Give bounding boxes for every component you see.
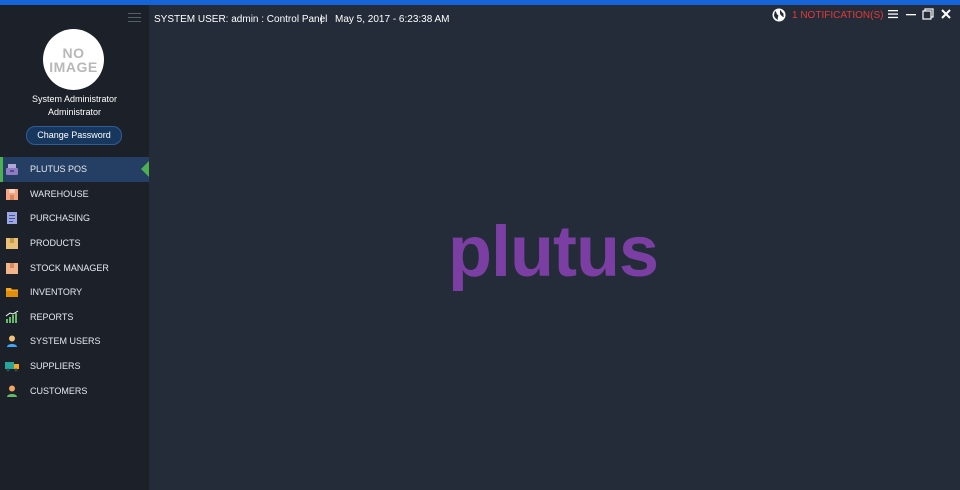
plutus-logo: plutus — [448, 224, 659, 292]
user-icon — [7, 335, 17, 348]
notifications-link[interactable]: 1 NOTIFICATION(S) — [792, 10, 883, 21]
sidebar: NO IMAGE System Administrator Administra… — [0, 5, 149, 490]
restore-icon[interactable] — [922, 8, 934, 20]
sidebar-item-purchasing[interactable]: PURCHASING — [0, 206, 149, 231]
bar-chart-icon — [5, 310, 19, 323]
header-separator: | — [320, 14, 323, 25]
sidebar-item-label: INVENTORY — [30, 287, 83, 298]
folder-icon — [6, 288, 18, 298]
truck-icon — [5, 362, 19, 372]
close-icon[interactable] — [940, 8, 952, 20]
sidebar-item-customers[interactable]: CUSTOMERS — [0, 378, 149, 403]
app-window: NO IMAGE System Administrator Administra… — [0, 0, 960, 490]
sidebar-item-suppliers[interactable]: SUPPLIERS — [0, 354, 149, 379]
stock-box-icon — [6, 262, 18, 274]
sidebar-item-reports[interactable]: REPORTS — [0, 305, 149, 330]
system-user-label: SYSTEM USER: admin : Control Panel — [154, 14, 328, 25]
pos-register-icon — [6, 164, 18, 176]
sidebar-item-label: STOCK MANAGER — [30, 262, 109, 273]
warehouse-icon — [6, 188, 18, 200]
sidebar-item-label: PURCHASING — [30, 213, 91, 224]
sidebar-item-label: CUSTOMERS — [30, 385, 88, 396]
user-name: System Administrator — [31, 94, 118, 104]
sidebar-nav: PLUTUS POS WAREHOUSE PURCHASING PRODUCTS… — [0, 157, 149, 403]
logo-text: plutus — [448, 224, 658, 292]
sidebar-item-stock-manager[interactable]: STOCK MANAGER — [0, 255, 149, 280]
sidebar-item-label: PLUTUS POS — [30, 164, 88, 175]
sidebar-item-label: REPORTS — [30, 311, 74, 322]
sidebar-item-label: WAREHOUSE — [30, 188, 89, 199]
change-password-button[interactable]: Change Password — [26, 126, 122, 145]
datetime-label: May 5, 2017 - 6:23:38 AM — [335, 14, 450, 25]
minimize-icon[interactable] — [905, 8, 917, 20]
globe-icon[interactable] — [772, 8, 786, 22]
sidebar-item-plutus-pos[interactable]: PLUTUS POS — [0, 157, 149, 182]
document-icon — [7, 212, 17, 225]
sidebar-item-system-users[interactable]: SYSTEM USERS — [0, 329, 149, 354]
menu-icon[interactable] — [887, 8, 899, 20]
sidebar-item-label: SUPPLIERS — [30, 361, 81, 372]
sidebar-item-warehouse[interactable]: WAREHOUSE — [0, 182, 149, 207]
avatar: NO IMAGE — [43, 29, 104, 90]
main-panel: SYSTEM USER: admin : Control Panel | May… — [149, 5, 960, 490]
avatar-placeholder-line1: NO — [62, 44, 85, 61]
customer-icon — [7, 385, 17, 397]
user-role: Administrator — [47, 107, 101, 117]
sidebar-item-inventory[interactable]: INVENTORY — [0, 280, 149, 305]
sidebar-item-label: SYSTEM USERS — [30, 336, 101, 347]
avatar-placeholder-line2: IMAGE — [49, 58, 98, 75]
sidebar-toggle-icon[interactable] — [128, 13, 141, 23]
sidebar-item-products[interactable]: PRODUCTS — [0, 231, 149, 256]
sidebar-item-label: PRODUCTS — [30, 238, 81, 249]
box-icon — [6, 238, 18, 250]
